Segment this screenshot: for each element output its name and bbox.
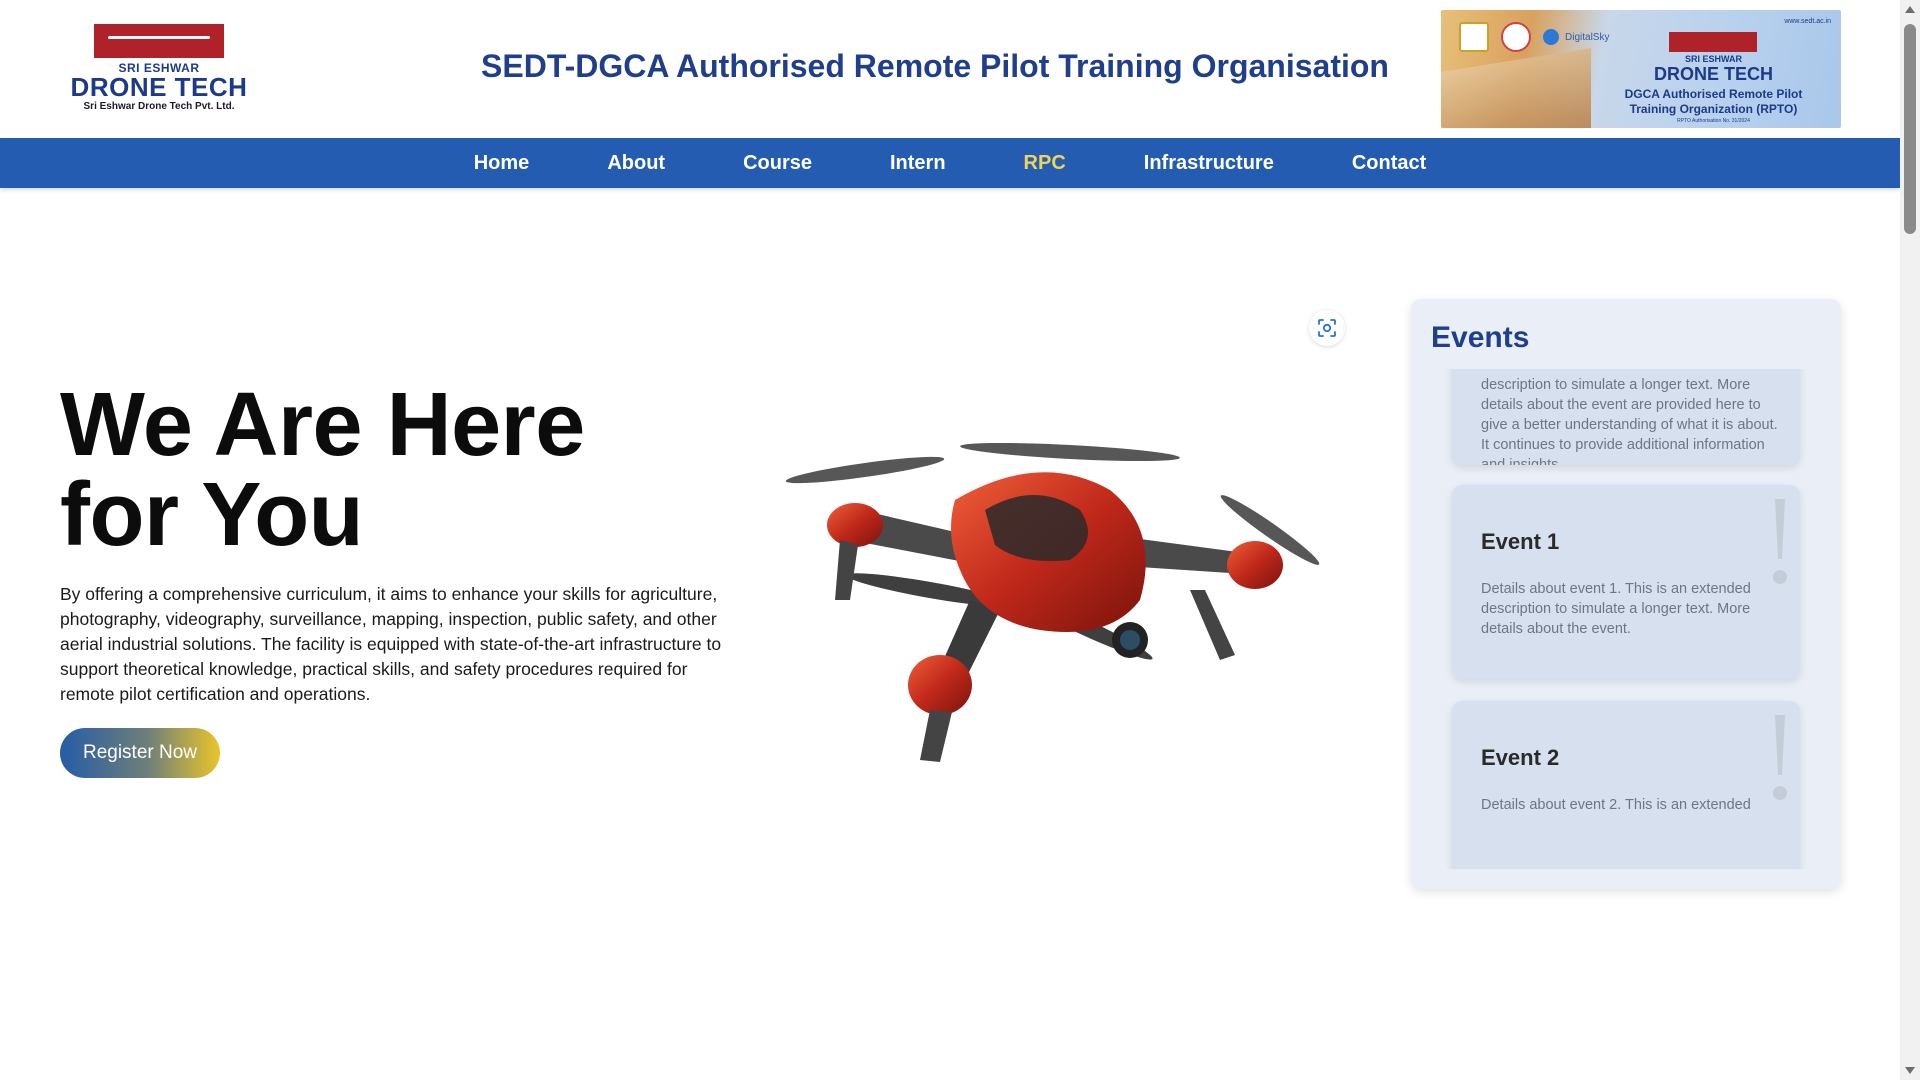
banner-building-image (1441, 48, 1591, 128)
banner-emblems: DigitalSky (1459, 22, 1609, 52)
site-header: SRI ESHWAR DRONE TECH Sri Eshwar Drone T… (0, 0, 1900, 138)
event-card-title: Event 2 (1481, 745, 1560, 770)
scrollbar-thumb[interactable] (1904, 24, 1916, 234)
nav-item-course[interactable]: Course (704, 152, 851, 175)
banner-url: www.sedt.ac.in (1784, 18, 1831, 25)
event-card-desc: description to simulate a longer text. M… (1481, 377, 1778, 465)
events-title: Events (1431, 321, 1530, 354)
main-nav: Home About Course Intern RPC Infrastruct… (0, 138, 1900, 188)
exclamation-icon (1773, 499, 1787, 584)
event-card-title: Event 1 (1481, 529, 1560, 554)
events-panel: Events description to simulate a longer … (1411, 299, 1841, 889)
nav-item-intern[interactable]: Intern (851, 152, 985, 175)
nav-item-contact[interactable]: Contact (1313, 152, 1465, 175)
page-scrollbar[interactable] (1900, 0, 1920, 1080)
logo-mark (94, 24, 224, 58)
brand-logo[interactable]: SRI ESHWAR DRONE TECH Sri Eshwar Drone T… (64, 24, 254, 116)
nav-item-home[interactable]: Home (435, 152, 569, 175)
scroll-down-arrow-icon[interactable] (1905, 1067, 1915, 1074)
event-card-desc: Details about event 2. This is an extend… (1481, 797, 1751, 813)
logo-sub-text: Sri Eshwar Drone Tech Pvt. Ltd. (83, 101, 235, 112)
hero-title-line2: for You (60, 465, 364, 565)
digital-sky-icon (1543, 29, 1559, 45)
nav-item-about[interactable]: About (568, 152, 704, 175)
nav-list: Home About Course Intern RPC Infrastruct… (0, 138, 1900, 188)
hero-description: By offering a comprehensive curriculum, … (60, 584, 722, 704)
events-list[interactable]: description to simulate a longer text. M… (1411, 369, 1841, 869)
rpto-banner: DigitalSky www.sedt.ac.in SRI ESHWAR DRO… (1441, 10, 1841, 128)
govt-emblem-icon (1459, 22, 1489, 52)
event-card-1[interactable]: Event 1 Details about event 1. This is a… (1452, 485, 1800, 679)
banner-logo-main: DRONE TECH (1653, 64, 1773, 84)
banner-caption: DGCA Authorised Remote Pilot Training Or… (1624, 87, 1803, 116)
exclamation-icon (1773, 715, 1787, 800)
hero-title: We Are Here for You (60, 380, 760, 560)
digital-sky-label: DigitalSky (1565, 31, 1610, 43)
banner-authorisation: RPTO Authorisation No. 31/2024 (1677, 118, 1750, 124)
banner-logo-mark (1669, 32, 1757, 52)
visual-search-icon[interactable] (1309, 310, 1345, 346)
event-card-2[interactable]: Event 2 Details about event 2. This is a… (1452, 701, 1800, 869)
hero-title-line1: We Are Here (60, 375, 585, 475)
banner-logo-top: SRI ESHWAR (1684, 54, 1742, 64)
page-title: SEDT-DGCA Authorised Remote Pilot Traini… (481, 48, 1389, 84)
register-now-button[interactable]: Register Now (60, 728, 220, 778)
dgca-seal-icon (1501, 22, 1531, 52)
drone-image (785, 442, 1320, 762)
event-card-0[interactable]: description to simulate a longer text. M… (1452, 369, 1800, 465)
nav-item-rpc[interactable]: RPC (985, 152, 1105, 175)
nav-item-infrastructure[interactable]: Infrastructure (1105, 152, 1313, 175)
event-card-desc: Details about event 1. This is an extend… (1481, 581, 1751, 637)
logo-main-text: DRONE TECH (70, 72, 248, 102)
scroll-up-arrow-icon[interactable] (1905, 6, 1915, 13)
